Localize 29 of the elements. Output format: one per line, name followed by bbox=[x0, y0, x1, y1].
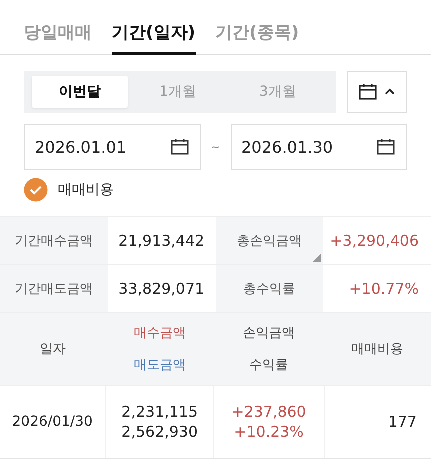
calendar-toggle-button[interactable] bbox=[347, 71, 407, 113]
caret-icon bbox=[384, 87, 396, 97]
column-header: 매도금액 bbox=[134, 357, 186, 374]
checkbox-label: 매매비용 bbox=[58, 181, 114, 199]
corner-mark-icon bbox=[313, 254, 322, 262]
summary-label: 총수익률 bbox=[216, 265, 324, 312]
calendar-icon bbox=[358, 82, 378, 102]
calendar-icon bbox=[376, 137, 396, 157]
summary-label: 기간매도금액 bbox=[0, 265, 108, 312]
column-header: 손익금액 bbox=[243, 325, 295, 342]
start-date-field[interactable]: 2026.01.01 bbox=[24, 124, 200, 170]
summary-label: 총손익금액 bbox=[216, 217, 324, 264]
summary-label: 기간매수금액 bbox=[0, 217, 108, 264]
table-cell: 2,231,115 bbox=[122, 403, 198, 421]
column-header: 일자 bbox=[40, 341, 66, 358]
end-date-field[interactable]: 2026.01.30 bbox=[230, 124, 407, 170]
column-header: 매수금액 bbox=[134, 325, 186, 342]
column-header: 매매비용 bbox=[352, 341, 404, 358]
tab[interactable]: 기간(일자) bbox=[112, 0, 196, 55]
column-header: 수익률 bbox=[250, 357, 288, 374]
table-cell: 2026/01/30 bbox=[12, 414, 93, 430]
calendar-icon bbox=[170, 137, 190, 157]
table-cell: +237,860 bbox=[232, 403, 306, 421]
table-cell: 2,562,930 bbox=[122, 423, 198, 441]
checkbox[interactable] bbox=[24, 178, 48, 202]
table-cell: +10.23% bbox=[234, 423, 304, 441]
table-cell: 177 bbox=[388, 413, 417, 431]
range-separator: ~ bbox=[210, 140, 222, 154]
period-option[interactable]: 이번달 bbox=[32, 76, 128, 108]
